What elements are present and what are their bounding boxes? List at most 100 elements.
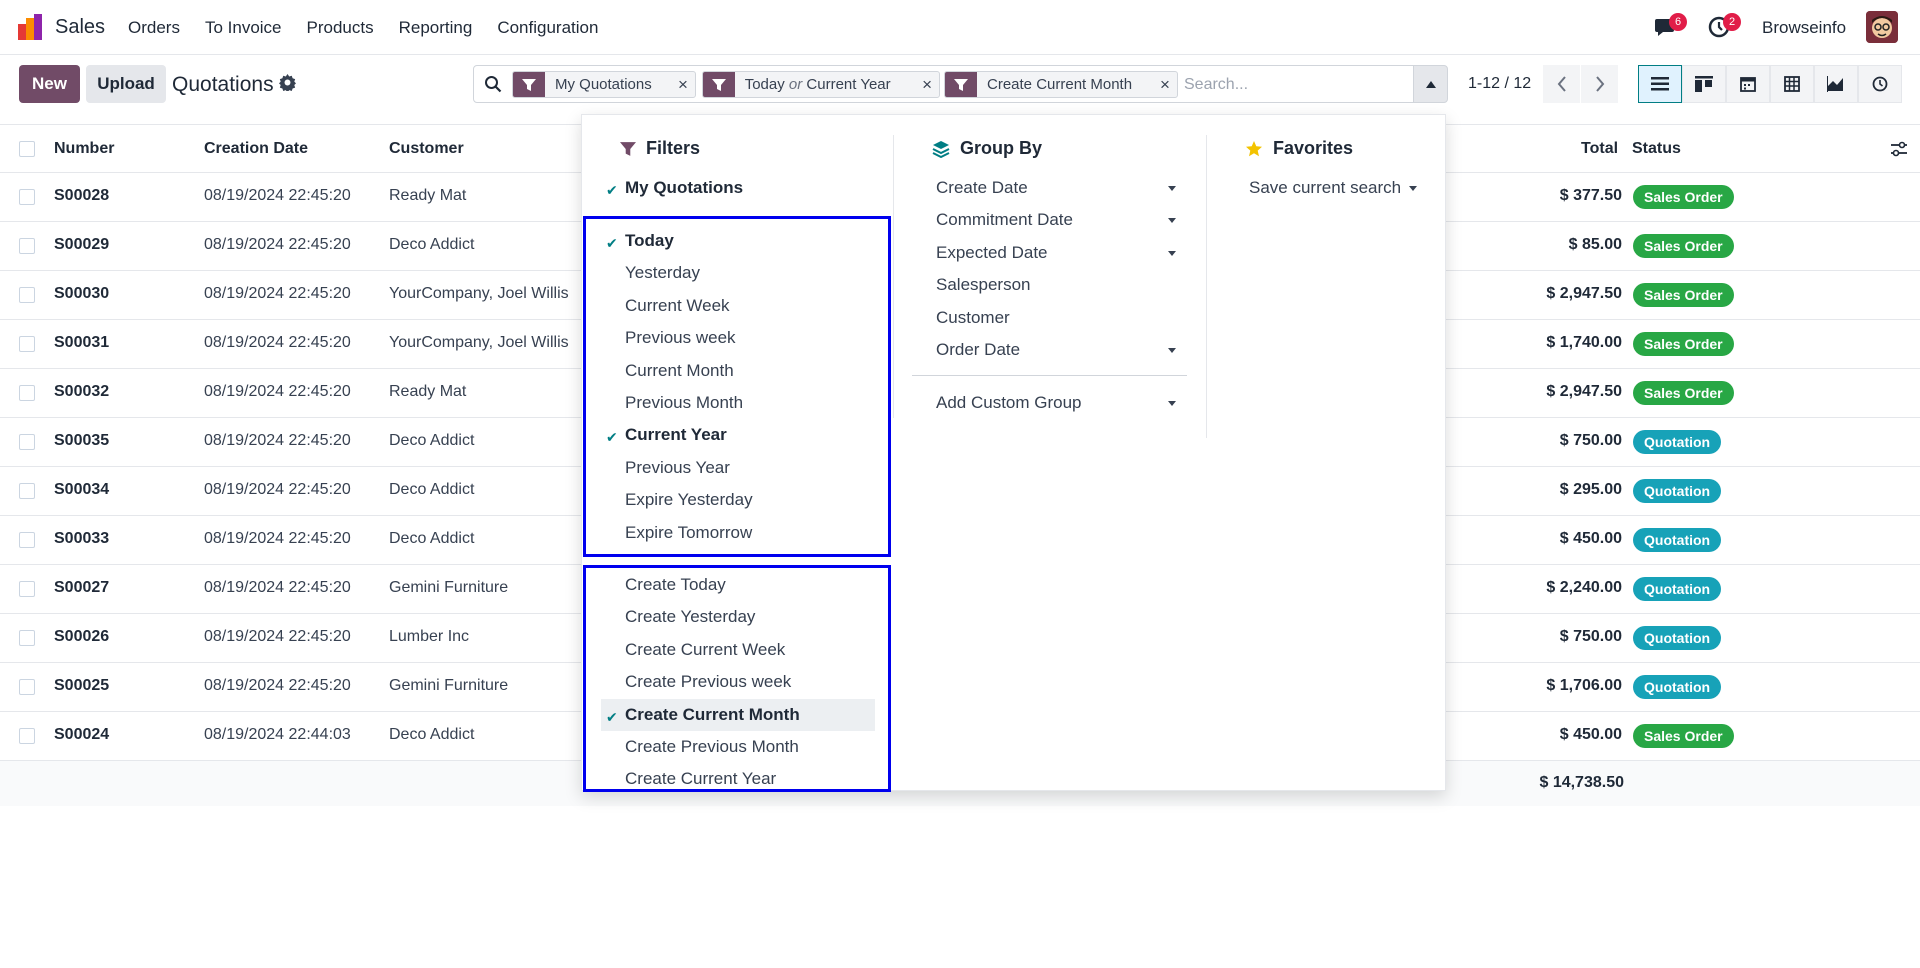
group-by-option[interactable]: Expected Date bbox=[936, 243, 1048, 263]
filter-option[interactable]: Create Current Month bbox=[625, 705, 800, 725]
new-button[interactable]: New bbox=[19, 65, 80, 103]
row-checkbox[interactable] bbox=[19, 483, 35, 499]
layers-icon bbox=[932, 140, 950, 158]
filter-option[interactable]: Create Today bbox=[625, 575, 726, 595]
filter-option[interactable]: Current Month bbox=[625, 361, 734, 381]
filter-option[interactable]: Create Yesterday bbox=[625, 607, 755, 627]
menu-products[interactable]: Products bbox=[307, 18, 374, 38]
status-badge: Sales Order bbox=[1633, 234, 1734, 258]
facet-close-icon[interactable]: × bbox=[671, 75, 695, 95]
cell-number: S00028 bbox=[54, 187, 110, 204]
facet-date-filter[interactable]: Today or Current Year × bbox=[702, 71, 940, 98]
grand-total: $ 14,738.50 bbox=[1539, 774, 1624, 791]
filter-option[interactable]: Current Week bbox=[625, 296, 730, 316]
filter-option[interactable]: Previous Month bbox=[625, 393, 743, 413]
filter-option[interactable]: Create Previous week bbox=[625, 672, 791, 692]
cell-customer: Gemini Furniture bbox=[389, 677, 509, 694]
cell-creation-date: 08/19/2024 22:45:20 bbox=[204, 432, 351, 449]
filter-option[interactable]: Expire Tomorrow bbox=[625, 523, 752, 543]
filter-icon bbox=[513, 72, 545, 97]
row-checkbox[interactable] bbox=[19, 581, 35, 597]
row-checkbox[interactable] bbox=[19, 238, 35, 254]
filter-my-quotations[interactable]: My Quotations bbox=[625, 178, 743, 198]
group-by-option[interactable]: Customer bbox=[936, 308, 1010, 328]
cell-creation-date: 08/19/2024 22:45:20 bbox=[204, 530, 351, 547]
menu-configuration[interactable]: Configuration bbox=[497, 18, 598, 38]
group-by-option[interactable]: Order Date bbox=[936, 340, 1020, 360]
cell-total: $ 450.00 bbox=[1559, 530, 1622, 547]
cell-creation-date: 08/19/2024 22:45:20 bbox=[204, 236, 351, 253]
column-total[interactable]: Total bbox=[1581, 140, 1618, 158]
select-all-checkbox[interactable] bbox=[19, 141, 35, 157]
cell-creation-date: 08/19/2024 22:44:03 bbox=[204, 726, 351, 743]
menu-orders[interactable]: Orders bbox=[128, 18, 180, 38]
pager-previous-button[interactable] bbox=[1543, 65, 1580, 103]
facet-close-icon[interactable]: × bbox=[1153, 75, 1177, 95]
activity-view-button[interactable] bbox=[1858, 65, 1902, 103]
cell-total: $ 1,706.00 bbox=[1546, 677, 1622, 694]
search-input[interactable] bbox=[1184, 72, 1404, 98]
page-title[interactable]: Quotations bbox=[172, 73, 274, 97]
filter-option[interactable]: Current Year bbox=[625, 425, 727, 445]
calendar-icon bbox=[1740, 77, 1756, 92]
upload-button[interactable]: Upload bbox=[86, 65, 166, 103]
filter-option[interactable]: Create Current Week bbox=[625, 640, 785, 660]
filter-option[interactable]: Previous week bbox=[625, 328, 736, 348]
facet-close-icon[interactable]: × bbox=[915, 75, 939, 95]
caret-down-icon bbox=[1409, 186, 1417, 191]
column-creation-date[interactable]: Creation Date bbox=[204, 140, 308, 158]
user-name[interactable]: Browseinfo bbox=[1762, 18, 1846, 38]
filter-option[interactable]: Create Current Year bbox=[625, 769, 776, 789]
filter-option[interactable]: Today bbox=[625, 231, 674, 251]
cell-number: S00026 bbox=[54, 628, 110, 645]
gear-icon[interactable] bbox=[279, 74, 296, 91]
group-by-option[interactable]: Salesperson bbox=[936, 275, 1031, 295]
pivot-table-icon bbox=[1784, 76, 1800, 92]
row-checkbox[interactable] bbox=[19, 630, 35, 646]
filter-option[interactable]: Yesterday bbox=[625, 263, 700, 283]
calendar-view-button[interactable] bbox=[1726, 65, 1770, 103]
row-checkbox[interactable] bbox=[19, 385, 35, 401]
facet-my-quotations[interactable]: My Quotations × bbox=[512, 71, 696, 98]
row-checkbox[interactable] bbox=[19, 728, 35, 744]
kanban-view-button[interactable] bbox=[1682, 65, 1726, 103]
row-checkbox[interactable] bbox=[19, 189, 35, 205]
search-panel-toggle-button[interactable] bbox=[1413, 65, 1448, 103]
row-checkbox[interactable] bbox=[19, 532, 35, 548]
pager-next-button[interactable] bbox=[1581, 65, 1618, 103]
pivot-view-button[interactable] bbox=[1770, 65, 1814, 103]
cell-total: $ 85.00 bbox=[1568, 236, 1622, 253]
search-icon[interactable] bbox=[484, 75, 502, 93]
sales-app-icon[interactable] bbox=[18, 14, 46, 40]
row-checkbox[interactable] bbox=[19, 336, 35, 352]
column-number[interactable]: Number bbox=[54, 140, 114, 158]
cell-customer: Ready Mat bbox=[389, 383, 467, 400]
app-name[interactable]: Sales bbox=[55, 16, 105, 39]
menu-reporting[interactable]: Reporting bbox=[399, 18, 473, 38]
facet-label: Today or Current Year bbox=[735, 76, 916, 93]
group-by-divider bbox=[912, 375, 1187, 376]
filter-option[interactable]: Create Previous Month bbox=[625, 737, 799, 757]
list-view-button[interactable] bbox=[1638, 65, 1682, 103]
group-by-option[interactable]: Commitment Date bbox=[936, 210, 1073, 230]
column-customer[interactable]: Customer bbox=[389, 140, 464, 158]
group-by-option[interactable]: Create Date bbox=[936, 178, 1028, 198]
facet-create-current-month[interactable]: Create Current Month × bbox=[944, 71, 1178, 98]
avatar[interactable] bbox=[1866, 11, 1898, 43]
cell-creation-date: 08/19/2024 22:45:20 bbox=[204, 677, 351, 694]
optional-columns-icon[interactable] bbox=[1890, 140, 1908, 158]
filter-option[interactable]: Expire Yesterday bbox=[625, 490, 753, 510]
row-checkbox[interactable] bbox=[19, 434, 35, 450]
graph-view-button[interactable] bbox=[1814, 65, 1858, 103]
save-current-search[interactable]: Save current search bbox=[1249, 178, 1401, 198]
status-badge: Quotation bbox=[1633, 675, 1722, 699]
column-status[interactable]: Status bbox=[1632, 140, 1681, 158]
filter-option[interactable]: Previous Year bbox=[625, 458, 730, 478]
add-custom-group[interactable]: Add Custom Group bbox=[936, 393, 1082, 413]
cell-customer: Deco Addict bbox=[389, 236, 475, 253]
row-checkbox[interactable] bbox=[19, 679, 35, 695]
status-badge: Quotation bbox=[1633, 430, 1722, 454]
menu-to-invoice[interactable]: To Invoice bbox=[205, 18, 282, 38]
pager-value[interactable]: 1-12 / 12 bbox=[1468, 75, 1531, 93]
row-checkbox[interactable] bbox=[19, 287, 35, 303]
